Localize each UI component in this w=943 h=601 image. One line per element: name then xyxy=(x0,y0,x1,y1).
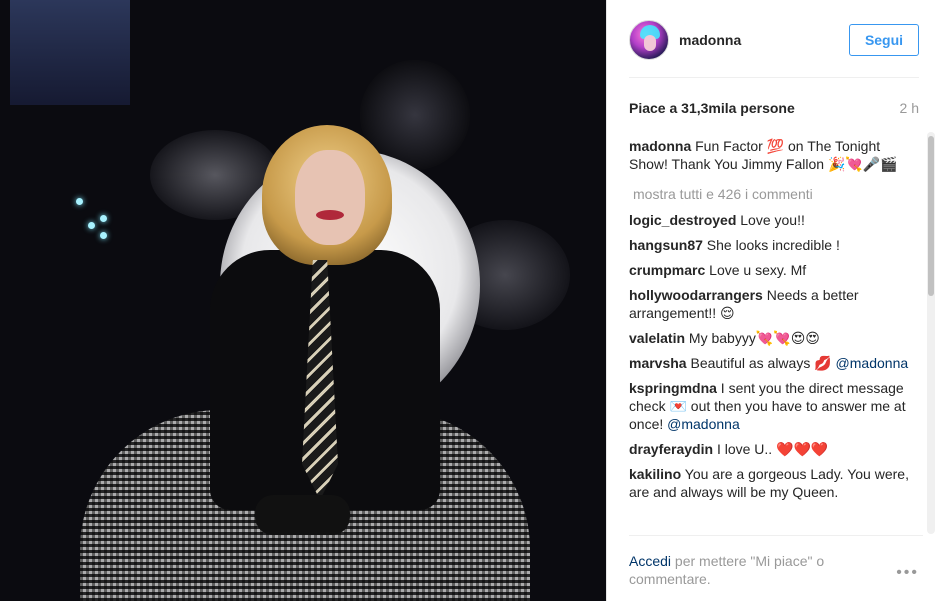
post-footer: Accedi per mettere "Mi piace" o commenta… xyxy=(629,535,923,601)
comments-scrollbar[interactable] xyxy=(927,132,935,534)
stage-light-dot xyxy=(88,222,95,229)
comment-mention[interactable]: @madonna xyxy=(836,355,909,371)
likes-count[interactable]: Piace a 31,3mila persone xyxy=(629,100,795,120)
comment-user[interactable]: drayferaydin xyxy=(629,441,713,457)
performer-face xyxy=(295,150,365,245)
comment-item: logic_destroyed Love you!! xyxy=(629,211,917,229)
post-time[interactable]: 2 h xyxy=(900,100,919,120)
avatar[interactable] xyxy=(629,20,669,60)
post-side-panel: madonna Segui Piace a 31,3mila persone 2… xyxy=(606,0,943,601)
caption-user[interactable]: madonna xyxy=(629,138,691,154)
caption: madonna Fun Factor 💯 on The Tonight Show… xyxy=(629,137,917,173)
stage-light-dot xyxy=(100,215,107,222)
comment-text: Beautiful as always 💋 xyxy=(690,355,832,371)
comment-item: marvsha Beautiful as always 💋 @madonna xyxy=(629,354,917,372)
comment-user[interactable]: logic_destroyed xyxy=(629,212,736,228)
performer-gloves xyxy=(255,495,350,535)
comment-item: drayferaydin I love U.. ❤️❤️❤️ xyxy=(629,440,917,458)
comment-item: crumpmarc Love u sexy. Mf xyxy=(629,261,917,279)
login-prompt: Accedi per mettere "Mi piace" o commenta… xyxy=(629,552,869,588)
stage-screen xyxy=(10,0,130,105)
scrollbar-thumb[interactable] xyxy=(928,136,934,296)
comment-item: kakilino You are a gorgeous Lady. You we… xyxy=(629,465,917,501)
post-header: madonna Segui xyxy=(629,20,919,78)
performer-lips xyxy=(316,210,344,220)
comment-item: hangsun87 She looks incredible ! xyxy=(629,236,917,254)
instagram-post-modal: madonna Segui Piace a 31,3mila persone 2… xyxy=(0,0,943,601)
follow-button[interactable]: Segui xyxy=(849,24,919,56)
ellipsis-icon[interactable]: ••• xyxy=(896,564,919,582)
comment-text: She looks incredible ! xyxy=(706,237,840,253)
likes-row: Piace a 31,3mila persone 2 h xyxy=(629,100,919,120)
comment-user[interactable]: kspringmdna xyxy=(629,380,717,396)
comment-mention[interactable]: @madonna xyxy=(667,416,740,432)
comment-user[interactable]: hollywoodarrangers xyxy=(629,287,763,303)
comment-container: logic_destroyed Love you!! hangsun87 She … xyxy=(629,211,917,501)
comment-text: Love you!! xyxy=(740,212,805,228)
comment-user[interactable]: hangsun87 xyxy=(629,237,703,253)
username[interactable]: madonna xyxy=(679,32,741,48)
comment-user[interactable]: marvsha xyxy=(629,355,687,371)
comment-item: hollywoodarrangers Needs a better arrang… xyxy=(629,286,917,322)
show-all-comments-link[interactable]: mostra tutti e 426 i commenti xyxy=(633,185,917,203)
comment-item: valelatin My babyyy💘💘😍😍 xyxy=(629,329,917,347)
stage-light-dot xyxy=(100,232,107,239)
comment-text: My babyyy💘💘😍😍 xyxy=(688,330,820,346)
login-link[interactable]: Accedi xyxy=(629,553,671,569)
comment-text: Love u sexy. Mf xyxy=(709,262,807,278)
stage-light-dot xyxy=(76,198,83,205)
comment-user[interactable]: crumpmarc xyxy=(629,262,705,278)
post-photo[interactable] xyxy=(0,0,606,601)
comment-user[interactable]: valelatin xyxy=(629,330,685,346)
avatar-face xyxy=(644,35,656,51)
comments-list[interactable]: madonna Fun Factor 💯 on The Tonight Show… xyxy=(629,137,917,532)
comment-user[interactable]: kakilino xyxy=(629,466,681,482)
comment-item: kspringmdna I sent you the direct messag… xyxy=(629,379,917,433)
comment-text: I love U.. ❤️❤️❤️ xyxy=(716,441,829,457)
